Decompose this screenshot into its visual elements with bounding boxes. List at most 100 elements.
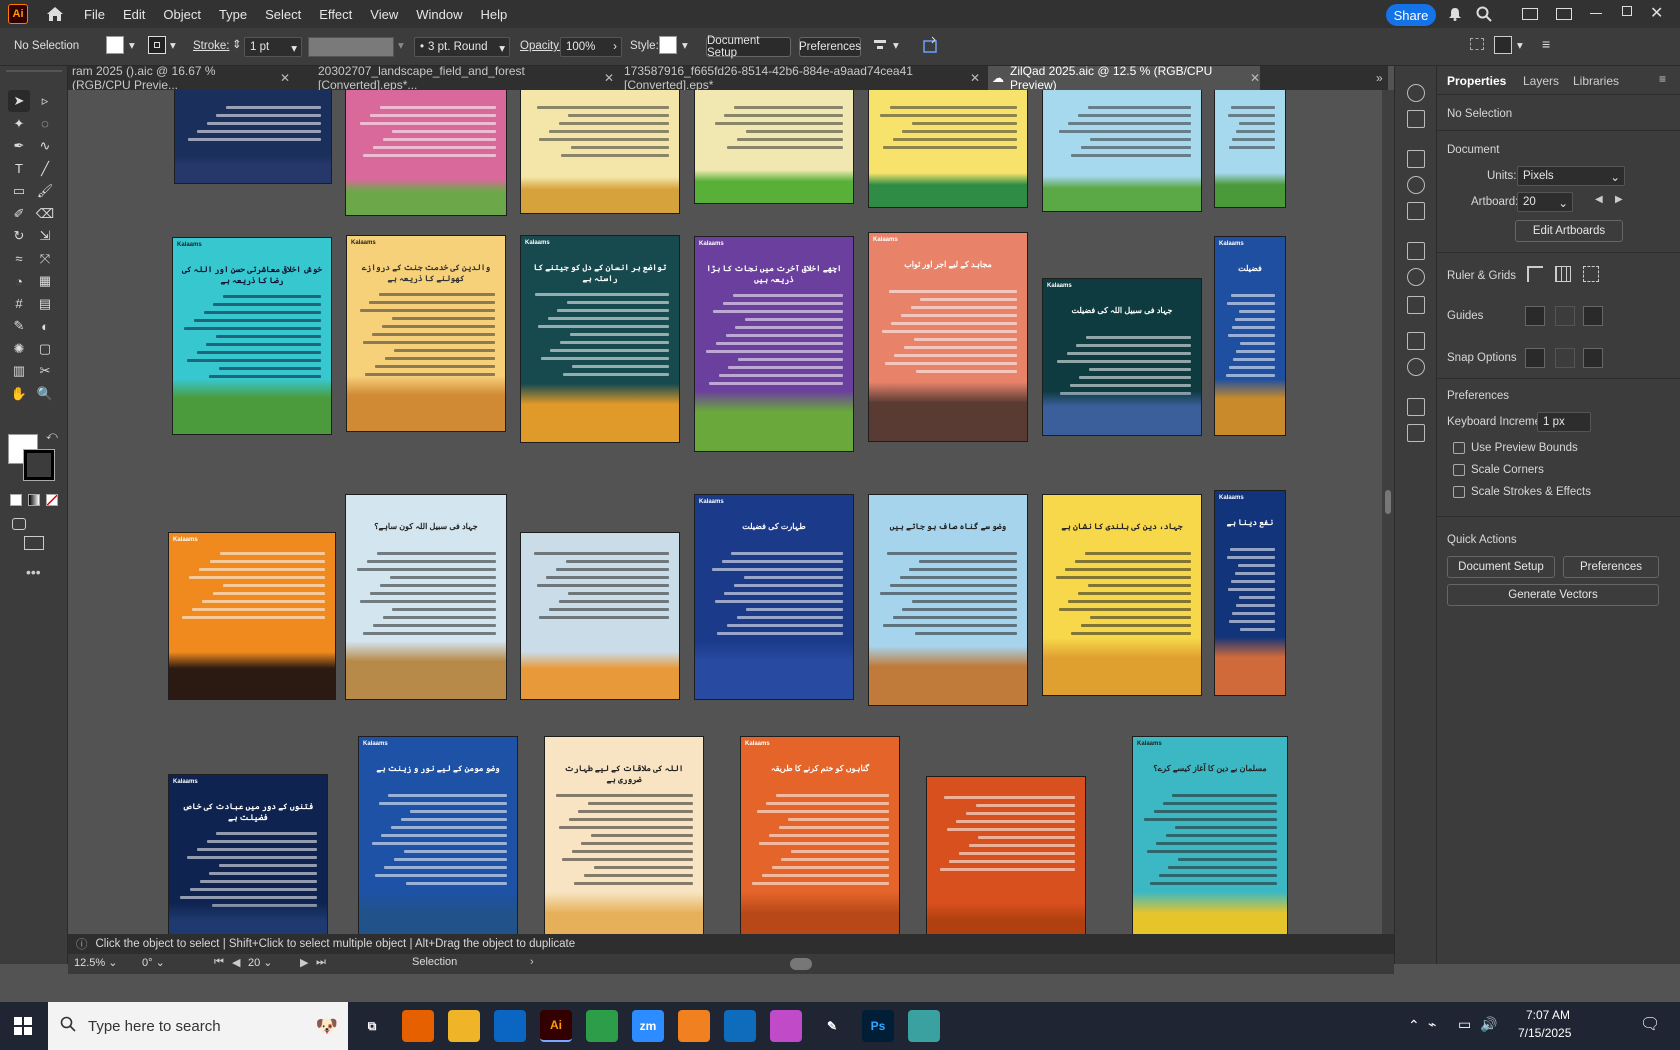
lasso-icon[interactable]: ◌	[34, 113, 56, 135]
artboard-7[interactable]	[1214, 90, 1286, 208]
tab-document-active[interactable]: ☁ ZilQad 2025.aic @ 12.5 % (RGB/CPU Previ…	[988, 64, 1260, 92]
artboard-25[interactable]: Kalaams گناہوں کو ختم کرنے کا طریقہ	[740, 736, 900, 954]
graphic-style-swatch[interactable]	[659, 36, 677, 54]
align-dropdown-icon[interactable]: ▾	[893, 38, 899, 52]
recolor-artwork-icon[interactable]	[922, 36, 940, 57]
graphic-styles-icon[interactable]	[1407, 358, 1425, 376]
tab-layers[interactable]: Layers	[1523, 74, 1559, 88]
artboard-20[interactable]: جہاد، دین کی بلندی کا نشان ہے	[1042, 494, 1202, 696]
taskbar-firefox-icon[interactable]	[402, 1010, 434, 1042]
fill-dropdown-icon[interactable]: ▾	[129, 38, 135, 52]
tab-document-3[interactable]: 173587916_f665fd26-8514-42b6-884e-a9aad7…	[620, 64, 980, 92]
artboard-9[interactable]: Kalaams والدین کی خدمت جنت کے دروازے کھول…	[346, 235, 506, 432]
use-preview-bounds-checkbox[interactable]	[1453, 442, 1465, 454]
stroke-label[interactable]: Stroke:	[193, 40, 229, 52]
tab-properties[interactable]: Properties	[1447, 74, 1506, 88]
symbols-icon[interactable]	[1407, 202, 1425, 220]
previous-artboard-icon[interactable]: ◀	[1595, 194, 1603, 205]
artboard-22[interactable]: Kalaams فتنوں کے دور میں عبادت کی خاص فضی…	[168, 774, 328, 954]
snap-to-point-toggle-icon[interactable]	[1525, 348, 1545, 368]
pen-tool-icon[interactable]: ✒	[8, 135, 30, 157]
generate-vectors-button[interactable]: Generate Vectors	[1447, 584, 1659, 606]
home-icon[interactable]	[44, 4, 66, 24]
artboard-10[interactable]: Kalaams تواضع ہر انسان کے دل کو جیتنے کا …	[520, 235, 680, 443]
taskbar-illustrator-icon[interactable]: Ai	[540, 1010, 572, 1042]
symbol-sprayer-icon[interactable]: ✺	[8, 338, 30, 360]
menu-window[interactable]: Window	[416, 7, 462, 22]
more-tabs-icon[interactable]: »	[1372, 66, 1388, 90]
artboard-14[interactable]: Kalaams فضیلت	[1214, 236, 1286, 436]
windows-start-icon[interactable]	[14, 1017, 32, 1038]
menu-effect[interactable]: Effect	[319, 7, 352, 22]
artboard-tool-icon[interactable]: ▢	[34, 338, 56, 360]
artboard-11[interactable]: Kalaams اچھے اخلاق آخرت میں نجات کا بڑا ذ…	[694, 236, 854, 452]
lock-guides-icon[interactable]	[1555, 306, 1575, 326]
share-button[interactable]: Share	[1386, 4, 1436, 26]
rotation-field[interactable]: 0° ⌄	[142, 956, 202, 972]
tab-libraries[interactable]: Libraries	[1573, 74, 1619, 88]
scale-strokes-checkbox[interactable]	[1453, 486, 1465, 498]
artboards-icon[interactable]	[1407, 424, 1425, 442]
snap-dropdown-icon[interactable]: ▾	[1517, 38, 1523, 52]
menu-file[interactable]: File	[84, 7, 105, 22]
gradient-panel-icon[interactable]	[1407, 268, 1425, 286]
battery-icon[interactable]: ▭	[1458, 1016, 1471, 1033]
tab-document-1[interactable]: ram 2025 ().aic @ 16.67 % (RGB/CPU Previ…	[68, 64, 290, 92]
line-tool-icon[interactable]: ╱	[34, 158, 56, 180]
warp-icon[interactable]: ≈	[8, 248, 30, 270]
artboard-3[interactable]	[520, 90, 680, 214]
taskbar-app-12-icon[interactable]	[908, 1010, 940, 1042]
rulers-icon[interactable]	[1527, 266, 1543, 282]
horizontal-scroll-thumb[interactable]	[790, 958, 812, 970]
scale-icon[interactable]: ⇲	[34, 225, 56, 247]
gradient-icon[interactable]: ▤	[34, 293, 56, 315]
taskbar-task-view-icon[interactable]: ⧉	[356, 1010, 388, 1042]
gradient-mode-icon[interactable]	[28, 494, 40, 506]
shaper-icon[interactable]: ✐	[8, 203, 30, 225]
menu-help[interactable]: Help	[480, 7, 507, 22]
status-menu-icon[interactable]: ›	[530, 956, 534, 968]
maximize-icon[interactable]	[1622, 6, 1632, 16]
isolate-icon[interactable]	[1470, 38, 1484, 50]
artboard-12[interactable]: Kalaams مجاہد کے لیے اجر اور ثواب	[868, 232, 1028, 442]
control-menu-icon[interactable]: ≡	[1542, 36, 1550, 52]
clock-date[interactable]: 7/15/2025	[1518, 1026, 1571, 1040]
screen-mode-icon[interactable]	[24, 536, 44, 550]
show-hidden-icons-icon[interactable]: ⌃	[1408, 1017, 1420, 1034]
artboard-number-field[interactable]: 20 ⌄	[248, 956, 296, 972]
image-trace-icon[interactable]	[1407, 110, 1425, 128]
swap-fill-stroke-icon[interactable]: ⤺	[46, 430, 58, 443]
export-icon[interactable]	[1407, 398, 1425, 416]
arrange-documents-icon[interactable]	[1556, 8, 1572, 20]
taskbar-tool-icon[interactable]: ✎	[816, 1010, 848, 1042]
volume-icon[interactable]: 🔊	[1480, 1016, 1497, 1033]
artboard-8[interactable]: Kalaams خوش اخلاقی معاشرتی حسن اور اللہ ک…	[172, 237, 332, 435]
vertical-scroll-thumb[interactable]	[1385, 490, 1391, 514]
stroke-icon[interactable]	[1407, 242, 1425, 260]
taskbar-vscode-icon[interactable]	[494, 1010, 526, 1042]
bell-icon[interactable]	[1448, 7, 1462, 24]
close-icon[interactable]: ✕	[604, 71, 614, 85]
artboard-4[interactable]	[694, 90, 854, 204]
artboard-21[interactable]: Kalaams نفع دینا ہے	[1214, 490, 1286, 696]
opacity-field[interactable]: 100% ›	[560, 37, 622, 57]
none-mode-icon[interactable]	[46, 494, 58, 506]
appearance-icon[interactable]	[1407, 84, 1425, 102]
stroke-color-swatch[interactable]	[23, 449, 55, 481]
shape-builder-icon[interactable]: ◔	[8, 270, 30, 292]
artboard-16[interactable]: جہاد فی سبیل اللہ کون ساہے؟	[345, 494, 507, 700]
selection-tool-icon[interactable]: ➤	[8, 90, 30, 112]
swatches-icon[interactable]	[1407, 150, 1425, 168]
free-transform-icon[interactable]: ⤧	[34, 248, 56, 270]
menu-view[interactable]: View	[370, 7, 398, 22]
scale-corners-checkbox[interactable]	[1453, 464, 1465, 476]
transparency-icon[interactable]	[1407, 296, 1425, 314]
next-artboard-icon[interactable]: ▶	[1615, 194, 1623, 205]
preferences-quick-button[interactable]: Preferences	[1563, 556, 1659, 578]
artboard-18[interactable]: Kalaams طہارت کی فضیلت	[694, 494, 854, 700]
snap-to-point-icon[interactable]	[1494, 36, 1512, 54]
notifications-icon[interactable]: 🗨	[1640, 1014, 1660, 1034]
slice-icon[interactable]: ✂	[34, 360, 56, 382]
brushes-icon[interactable]	[1407, 176, 1425, 194]
paintbrush-icon[interactable]: 🖌	[34, 180, 56, 202]
